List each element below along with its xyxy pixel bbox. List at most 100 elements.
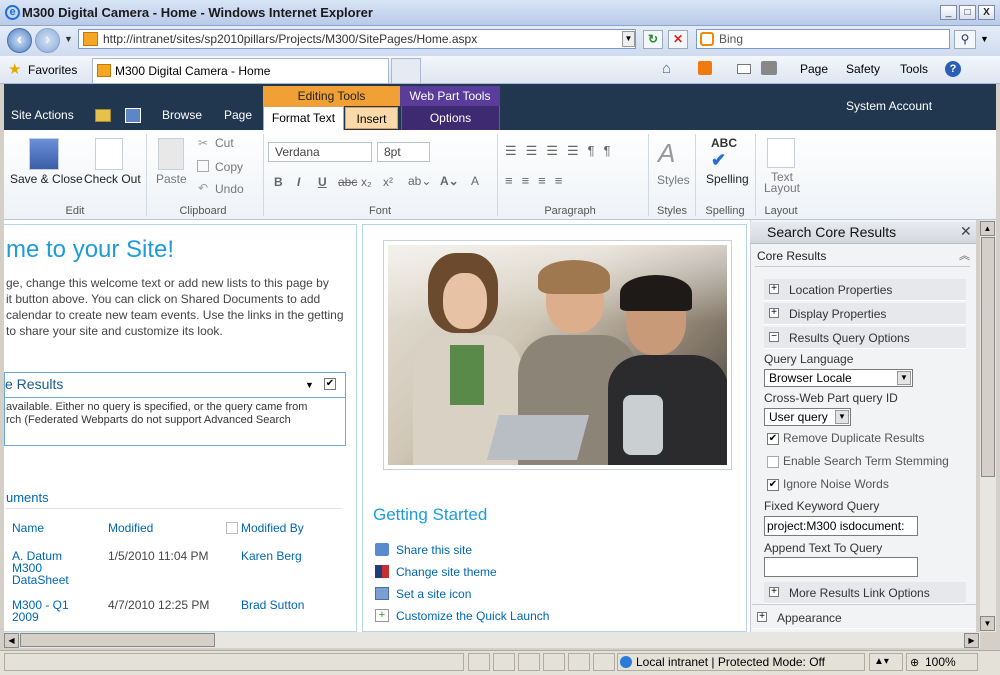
column-name[interactable]: Name	[12, 521, 44, 535]
results-query-options-toggle[interactable]: − Results Query Options	[764, 327, 966, 349]
location-properties-toggle[interactable]: + Location Properties	[764, 279, 966, 301]
vertical-scroll-thumb[interactable]	[981, 237, 995, 477]
clear-format-icon[interactable]: A	[471, 174, 479, 188]
forward-button[interactable]: ›	[35, 28, 60, 53]
query-language-select[interactable]: Browser Locale ▼	[764, 369, 913, 387]
user-menu[interactable]: System Account	[846, 99, 932, 113]
collapse-section-icon[interactable]: ︽	[959, 247, 970, 263]
address-bar[interactable]: http://intranet/sites/sp2010pillars/Proj…	[78, 29, 636, 49]
navigate-up-icon[interactable]	[95, 109, 111, 122]
site-actions-menu[interactable]: Site Actions	[11, 108, 74, 122]
change-theme-link[interactable]: Change site theme	[396, 565, 497, 579]
font-color-icon[interactable]: A⌄	[440, 174, 459, 188]
webpart-menu-icon[interactable]: ▼	[305, 380, 314, 390]
tab-options[interactable]: Options	[401, 106, 500, 130]
stemming-checkbox[interactable]	[767, 456, 779, 468]
search-dropdown-icon[interactable]: ▼	[980, 34, 989, 44]
column-modified[interactable]: Modified	[108, 521, 153, 535]
subscript-icon[interactable]: x₂	[361, 175, 372, 189]
share-site-link[interactable]: Share this site	[396, 543, 472, 557]
doc-modified-by[interactable]: Brad Sutton	[241, 598, 304, 612]
column-modified-by[interactable]: Modified By	[241, 521, 304, 535]
spelling-button[interactable]: Spelling	[706, 172, 749, 186]
list-buttons-icon[interactable]: ☰☰☰☰¶¶	[505, 143, 620, 159]
strikethrough-icon[interactable]: abc	[338, 175, 357, 189]
safety-menu[interactable]: Safety	[846, 62, 880, 76]
page-menu[interactable]: Page	[800, 62, 828, 76]
address-dropdown-icon[interactable]: ▼	[622, 31, 635, 47]
welcome-text-line: it button above. You can click on Shared…	[6, 292, 321, 306]
expand-icon: +	[757, 612, 767, 622]
append-text-input[interactable]	[764, 557, 918, 577]
new-tab-button[interactable]	[391, 58, 421, 83]
welcome-text-line: ge, change this welcome text or add new …	[6, 276, 329, 290]
remove-duplicates-checkbox[interactable]: ✔	[767, 433, 779, 445]
text-layout-button[interactable]: Text Layout	[762, 171, 802, 194]
italic-icon[interactable]: I	[297, 175, 300, 189]
print-icon[interactable]	[761, 61, 777, 75]
history-dropdown-icon[interactable]: ▼	[64, 34, 73, 44]
font-size-select[interactable]: 8pt	[377, 142, 430, 162]
styles-button[interactable]: Styles	[657, 173, 690, 187]
cut-button[interactable]: Cut	[215, 136, 234, 150]
cross-query-select[interactable]: User query ▼	[764, 408, 851, 426]
superscript-icon[interactable]: x²	[383, 175, 393, 189]
align-buttons-icon[interactable]: ≡≡≡≡	[505, 173, 571, 188]
highlight-icon[interactable]: ab⌄	[408, 174, 431, 188]
expand-icon: +	[769, 284, 779, 294]
select-all-checkbox[interactable]	[226, 522, 238, 534]
section-title: Core Results	[757, 249, 827, 263]
scroll-up-button[interactable]: ▲	[980, 221, 995, 236]
paste-button[interactable]: Paste	[156, 172, 187, 186]
check-out-button[interactable]: Check Out	[84, 172, 141, 186]
horizontal-scroll-thumb[interactable]	[20, 633, 215, 647]
close-pane-icon[interactable]: ✕	[960, 223, 972, 240]
mail-icon[interactable]	[737, 64, 751, 74]
feeds-icon[interactable]	[698, 61, 712, 75]
display-properties-toggle[interactable]: + Display Properties	[764, 303, 966, 325]
doc-name-link[interactable]: M300 - Q1 2009	[12, 599, 69, 623]
tab-format-text[interactable]: Format Text	[263, 106, 344, 131]
tab-insert[interactable]: Insert	[345, 107, 398, 129]
webpart-select-checkbox[interactable]: ✔	[324, 378, 336, 390]
editing-tools-label: Editing Tools	[263, 86, 400, 106]
undo-button[interactable]: Undo	[215, 182, 244, 196]
save-close-button[interactable]: Save & Close	[10, 172, 83, 186]
customize-quick-launch-link[interactable]: Customize the Quick Launch	[396, 609, 549, 623]
favorites-label[interactable]: Favorites	[28, 63, 77, 77]
font-family-select[interactable]: Verdana	[268, 142, 372, 162]
tab-browse[interactable]: Browse	[162, 108, 202, 122]
doc-modified-by[interactable]: Karen Berg	[241, 549, 302, 563]
documents-title[interactable]: uments	[6, 490, 49, 505]
protected-mode-icon[interactable]: ▲▾	[869, 653, 903, 671]
set-site-icon-link[interactable]: Set a site icon	[396, 587, 471, 601]
refresh-icon[interactable]: ↻	[643, 30, 663, 49]
home-icon[interactable]: ⌂	[662, 60, 671, 77]
maximize-button[interactable]: □	[959, 5, 976, 20]
scroll-right-button[interactable]: ▶	[964, 633, 979, 648]
security-zone[interactable]: Local intranet | Protected Mode: Off	[617, 653, 865, 671]
scroll-down-button[interactable]: ▼	[980, 616, 995, 631]
fixed-keyword-input[interactable]: project:M300 isdocument:	[764, 516, 918, 536]
appearance-toggle[interactable]: + Appearance	[752, 607, 976, 629]
group-styles-label: Styles	[657, 205, 687, 217]
search-icon[interactable]: ⚲	[954, 30, 976, 49]
more-results-link-toggle[interactable]: + More Results Link Options	[764, 582, 966, 604]
underline-icon[interactable]: U	[318, 175, 327, 189]
bold-icon[interactable]: B	[274, 175, 283, 189]
noise-words-checkbox[interactable]: ✔	[767, 479, 779, 491]
tools-menu[interactable]: Tools	[900, 62, 928, 76]
browser-tab-active[interactable]: M300 Digital Camera - Home	[92, 58, 389, 83]
tab-page[interactable]: Page	[224, 108, 252, 122]
copy-button[interactable]: Copy	[215, 160, 243, 174]
minimize-button[interactable]: _	[940, 5, 957, 20]
help-icon[interactable]: ?	[945, 61, 961, 77]
scroll-left-button[interactable]: ◀	[4, 633, 19, 648]
back-button[interactable]: ‹	[7, 28, 32, 53]
close-window-button[interactable]: X	[978, 5, 995, 20]
doc-name-link[interactable]: A. Datum M300 DataSheet	[12, 550, 69, 586]
favorites-star-icon[interactable]: ★	[8, 60, 21, 78]
search-input[interactable]: Bing	[696, 29, 950, 49]
edit-page-icon[interactable]	[125, 108, 141, 123]
stop-icon[interactable]: ✕	[668, 30, 688, 49]
